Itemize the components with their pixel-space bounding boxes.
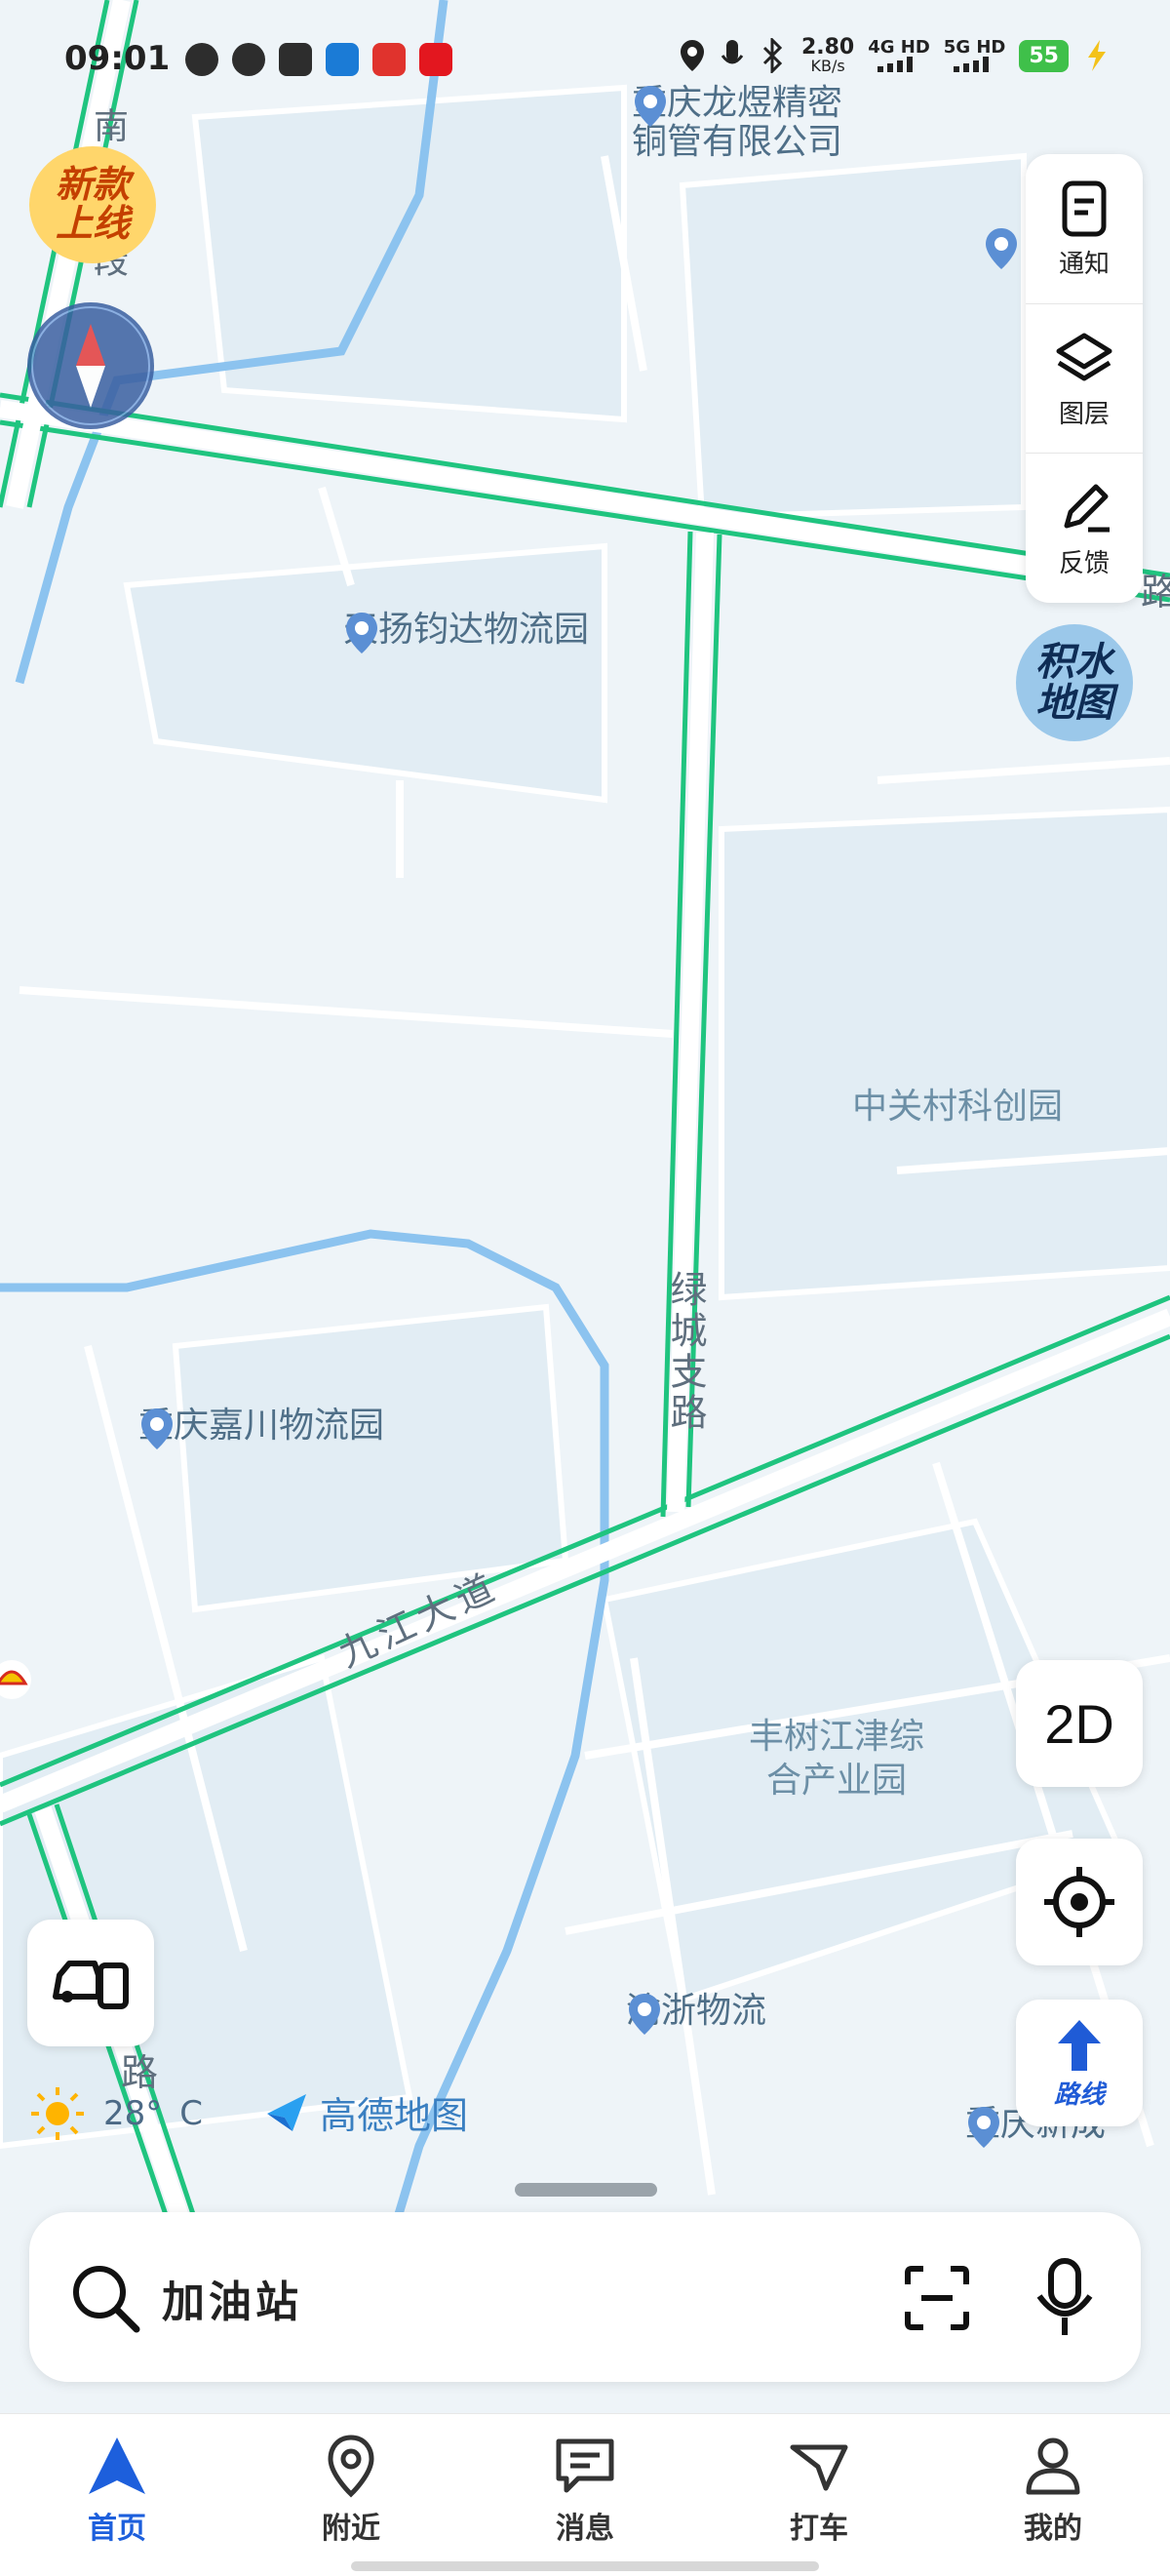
- brand-name: 高德地图: [320, 2094, 469, 2137]
- route-label: 路线: [1053, 2080, 1105, 2110]
- microphone-icon[interactable]: [1034, 2257, 1096, 2339]
- tab-profile[interactable]: 我的: [936, 2414, 1170, 2576]
- handshake-icon: [279, 43, 312, 76]
- search-input[interactable]: 加油站: [162, 2267, 302, 2329]
- tab-home[interactable]: 首页: [0, 2414, 234, 2576]
- wechat-icon: [232, 43, 265, 76]
- feedback-icon: [1064, 484, 1110, 533]
- driving-mode-button[interactable]: [27, 1920, 154, 2046]
- road-label-lu-right: 路: [1141, 571, 1170, 614]
- poi-jiachuan[interactable]: 重庆嘉川物流园: [138, 1407, 384, 1449]
- poi-pin-icon: [968, 2107, 999, 2148]
- message-icon: [556, 2438, 614, 2493]
- layers-label: 图层: [1058, 399, 1110, 429]
- search-card[interactable]: 加油站: [29, 2212, 1141, 2382]
- tab-messages[interactable]: 消息: [468, 2414, 702, 2576]
- view-mode-2d-button[interactable]: 2D: [1016, 1660, 1143, 1787]
- road-label-lvcheng: 绿城支路: [664, 1270, 707, 1434]
- tab-taxi[interactable]: 打车: [702, 2414, 936, 2576]
- status-right: 2.80 KB/s 4G HD 5G HD 55: [679, 37, 1112, 74]
- location-icon: [680, 40, 704, 71]
- bluetooth-icon: [762, 38, 783, 73]
- water-text-1: 积水: [1035, 640, 1113, 685]
- map-canvas[interactable]: 重庆龙煜精密 铜管有限公司 天扬钧达物流园 重庆嘉川物流园 渝浙物流 重庆新成 …: [0, 0, 1170, 2409]
- map-base: [0, 0, 1170, 2409]
- area-label-zhongguancun: 中关村科创园: [852, 1087, 1064, 1127]
- poi-pin-icon: [629, 1994, 660, 2035]
- search-icon: [73, 2266, 140, 2333]
- profile-icon: [1026, 2437, 1080, 2495]
- poi-pin-icon: [346, 613, 377, 654]
- notice-button[interactable]: 通知: [1026, 154, 1143, 304]
- water-text-2: 地图: [1035, 681, 1113, 726]
- tab-label: 首页: [88, 2512, 146, 2546]
- home-indicator: [351, 2561, 819, 2571]
- layers-button[interactable]: 图层: [1026, 304, 1143, 455]
- scan-icon[interactable]: [902, 2263, 972, 2333]
- net-speed: 2.80: [800, 35, 855, 59]
- chat-bubble-icon: [185, 43, 218, 76]
- bottom-tab-bar: 首页 附近 消息 打车 我的: [0, 2413, 1170, 2576]
- feedback-label: 反馈: [1058, 549, 1110, 579]
- notice-label: 通知: [1058, 249, 1110, 279]
- tab-label: 消息: [556, 2512, 614, 2546]
- compass-icon: [31, 306, 150, 425]
- poi-pin-icon[interactable]: [983, 226, 1020, 271]
- sim2-label: 5G HD: [943, 37, 1006, 58]
- gas-station-icon[interactable]: [0, 1658, 33, 1701]
- tab-label: 我的: [1024, 2512, 1082, 2546]
- navigation-arrow-icon: [89, 2437, 145, 2494]
- sun-icon: [31, 2087, 84, 2140]
- net-unit: KB/s: [810, 57, 845, 75]
- app-red-icon: [419, 43, 452, 76]
- route-button[interactable]: 路线: [1016, 2000, 1143, 2126]
- car-phone-icon: [53, 1961, 129, 2009]
- drag-handle[interactable]: [515, 2183, 657, 2197]
- signal-icon: [953, 57, 989, 72]
- app-shop-icon: [372, 43, 406, 76]
- notification-icons: [185, 43, 452, 76]
- water-map-badge[interactable]: 积水 地图: [1016, 624, 1133, 741]
- notice-icon: [1062, 180, 1107, 237]
- promo-text-1: 新款: [55, 163, 130, 207]
- side-panel: 通知 图层 反馈: [1026, 154, 1143, 603]
- poi-pin-icon: [141, 1408, 173, 1449]
- status-time: 09:01: [64, 39, 171, 78]
- microphone-status-icon: [721, 40, 744, 64]
- route-arrow-icon: [1058, 2019, 1101, 2071]
- charging-icon: [1088, 40, 1106, 71]
- poi-tianyang[interactable]: 天扬钧达物流园: [343, 611, 589, 654]
- layers-icon: [1056, 333, 1112, 380]
- weather-widget[interactable]: 28° C: [29, 2085, 203, 2142]
- poi-yuzhe[interactable]: 渝浙物流: [626, 1992, 766, 2035]
- tab-label: 附近: [322, 2512, 380, 2546]
- my-location-button[interactable]: [1016, 1839, 1143, 1965]
- area-label-fengshu: 丰树江津综 合产业园: [749, 1717, 925, 1801]
- status-bar: 09:01 2.80 KB/s 4G HD 5G HD 55: [0, 0, 1170, 117]
- promo-text-2: 上线: [55, 202, 130, 245]
- brand-logo: 高德地图: [263, 2085, 468, 2139]
- app-bird-icon: [326, 43, 359, 76]
- feedback-button[interactable]: 反馈: [1026, 454, 1143, 603]
- sim1-label: 4G HD: [868, 37, 930, 58]
- compass-button[interactable]: [27, 302, 154, 429]
- weather-temp: 28°: [103, 2094, 163, 2133]
- taxi-icon: [790, 2444, 848, 2491]
- tab-nearby[interactable]: 附近: [234, 2414, 468, 2576]
- crosshair-icon: [1044, 1867, 1114, 1937]
- promo-badge[interactable]: 新款 上线: [29, 146, 156, 263]
- tab-label: 打车: [790, 2512, 848, 2546]
- location-pin-icon: [328, 2435, 374, 2498]
- amap-logo-icon: [267, 2093, 306, 2131]
- signal-icon: [878, 57, 913, 72]
- weather-unit: C: [179, 2094, 204, 2133]
- battery-level: 55: [1019, 39, 1069, 72]
